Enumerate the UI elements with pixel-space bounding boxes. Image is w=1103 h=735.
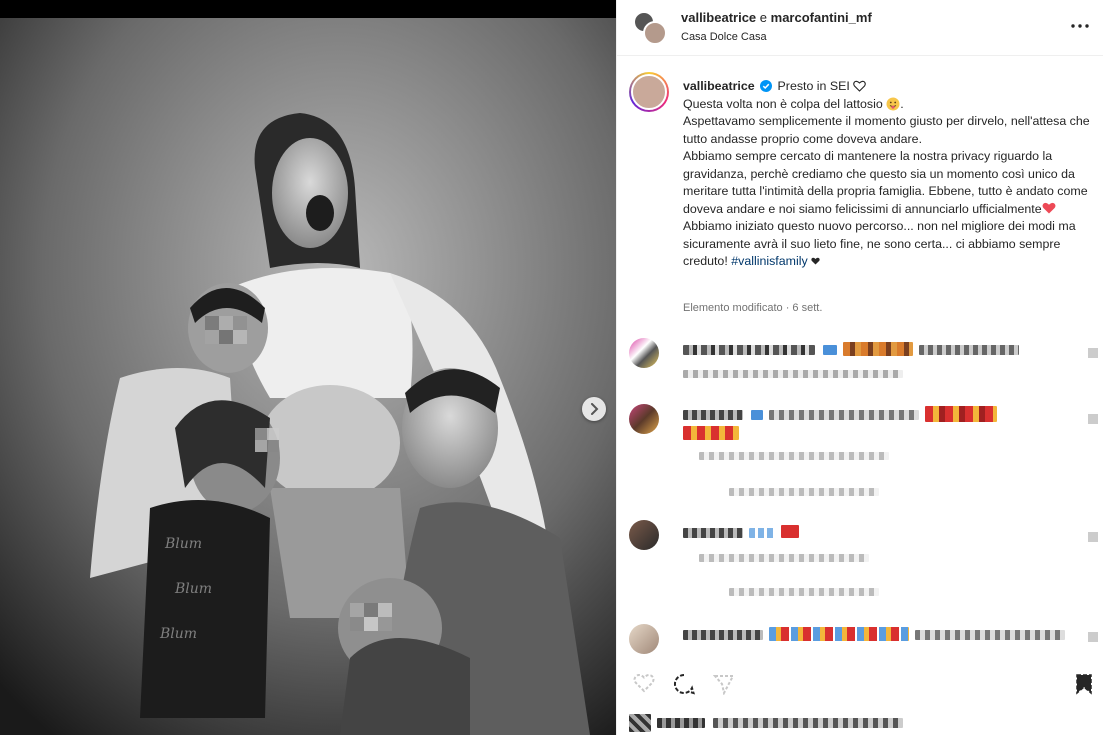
verified-badge-icon	[760, 80, 773, 92]
caption-text: vallibeatrice Presto in SEI Questa volta…	[683, 79, 1090, 268]
more-options-button[interactable]	[1068, 16, 1092, 36]
like-comment-icon[interactable]	[1088, 532, 1098, 542]
authors-conjunction: e	[759, 10, 768, 25]
hashtag-link[interactable]: #vallinisfamily	[731, 254, 807, 268]
obscured-username	[683, 410, 743, 420]
obscured-text	[657, 718, 705, 728]
obscured-username	[683, 345, 815, 355]
comment-icon	[673, 673, 695, 695]
caption-line: Presto in SEI	[777, 79, 850, 93]
more-options-icon	[1071, 24, 1089, 28]
share-button[interactable]	[712, 673, 737, 697]
post-location[interactable]: Casa Dolce Casa	[681, 31, 767, 43]
obscured-meta	[699, 554, 869, 562]
obscured-emoji	[925, 406, 997, 422]
author-link[interactable]: vallibeatrice	[681, 10, 756, 25]
collab-avatars[interactable]	[633, 11, 667, 45]
obscured-meta	[699, 452, 889, 460]
red-heart-emoji	[1042, 202, 1056, 213]
avatar[interactable]	[629, 404, 659, 434]
comment-item	[629, 338, 1103, 386]
media-top-bar	[0, 0, 616, 18]
obscured-emoji	[749, 528, 775, 538]
svg-text:Blum: Blum	[164, 536, 202, 552]
obscured-meta	[683, 370, 903, 378]
obscured-text	[713, 718, 903, 728]
obscured-username	[683, 630, 763, 640]
svg-text:Blum: Blum	[174, 581, 212, 597]
comment-item	[629, 624, 1103, 654]
heart-outline-emoji	[853, 80, 867, 92]
obscured-emoji	[843, 342, 913, 356]
obscured-view-replies[interactable]	[729, 488, 879, 496]
comment-button[interactable]	[673, 673, 697, 697]
svg-text:Blum: Blum	[159, 626, 197, 642]
like-comment-icon[interactable]	[1088, 348, 1098, 358]
post-actions-bar	[617, 665, 1103, 705]
caption-line: Abbiamo sempre cercato di mantenere la n…	[683, 149, 1088, 216]
obscured-emoji	[781, 525, 799, 538]
chevron-right-icon	[591, 403, 599, 415]
caption-meta: Elemento modificato · 6 sett.	[683, 302, 823, 314]
post-side-panel: vallibeatrice e marcofantini_mf Casa Dol…	[616, 0, 1103, 735]
avatar[interactable]	[629, 624, 659, 654]
post-authors: vallibeatrice e marcofantini_mf	[681, 10, 872, 25]
avatar	[643, 21, 667, 45]
avatar[interactable]	[629, 338, 659, 368]
caption-line: Aspettavamo semplicemente il momento giu…	[683, 114, 1090, 146]
caption-username[interactable]: vallibeatrice	[683, 79, 755, 93]
obscured-avatar	[629, 714, 651, 732]
post-media: Blum Blum Blum	[0, 0, 616, 735]
author-link[interactable]: marcofantini_mf	[771, 10, 872, 25]
comment-item	[629, 520, 1103, 600]
obscured-username	[683, 528, 743, 538]
heart-icon	[633, 674, 655, 693]
comment-item	[629, 404, 1103, 504]
obscured-emoji	[769, 627, 909, 641]
next-image-button[interactable]	[582, 397, 606, 421]
caption-line: Questa volta non è colpa del lattosio	[683, 96, 883, 111]
post-photo: Blum Blum Blum	[0, 18, 616, 735]
post-header: vallibeatrice e marcofantini_mf Casa Dol…	[617, 0, 1103, 56]
obscured-emoji	[683, 426, 739, 440]
obscured-view-replies[interactable]	[729, 588, 879, 596]
like-comment-icon[interactable]	[1088, 414, 1098, 424]
black-heart-emoji	[811, 257, 820, 265]
obscured-badge	[823, 345, 837, 355]
avatar[interactable]	[629, 520, 659, 550]
share-icon	[712, 675, 735, 696]
save-button[interactable]	[1075, 673, 1099, 697]
obscured-text	[769, 410, 919, 420]
obscured-text	[919, 345, 1019, 355]
bookmark-icon	[1076, 674, 1092, 695]
tongue-face-emoji	[886, 97, 900, 110]
like-button[interactable]	[633, 673, 657, 697]
avatar[interactable]	[629, 72, 669, 112]
obscured-text	[915, 630, 1065, 640]
like-comment-icon[interactable]	[1088, 632, 1098, 642]
obscured-badge	[751, 410, 763, 420]
